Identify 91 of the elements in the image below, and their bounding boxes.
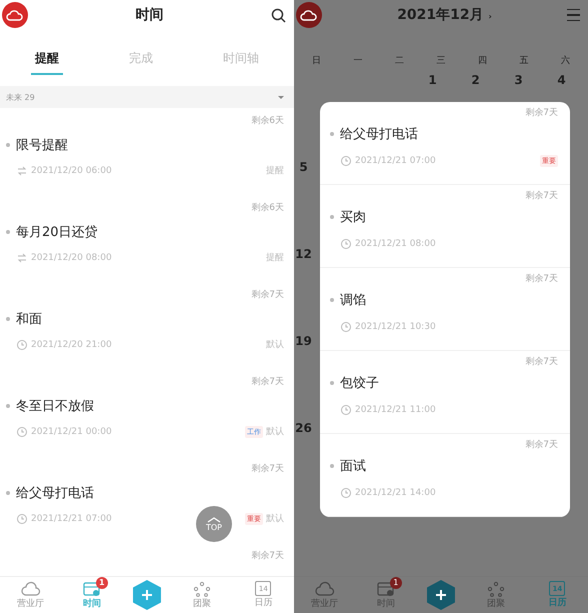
clock-icon — [16, 338, 28, 350]
calendar-clock-icon — [376, 580, 396, 596]
tab[interactable]: 提醒 — [31, 44, 63, 74]
category-label: 默认 — [266, 426, 284, 438]
clock-icon — [340, 404, 352, 416]
bullet-icon — [6, 143, 10, 147]
group-icon — [192, 580, 212, 596]
calendar-day[interactable]: 2 — [454, 73, 497, 87]
group-icon — [486, 580, 506, 596]
reminder-time: 2021/12/20 08:00 — [16, 252, 112, 264]
clock-icon — [340, 238, 352, 250]
reminder-time: 2021/12/21 07:00 — [16, 512, 112, 524]
weekday-label: 三 — [435, 55, 446, 67]
reminder-title[interactable]: 给父母打电话 — [16, 484, 94, 502]
page-title: 时间 — [136, 6, 164, 24]
remaining-days: 剩余7天 — [251, 462, 284, 475]
repeat-icon — [16, 252, 28, 264]
bullet-icon — [330, 464, 334, 468]
menu-icon[interactable] — [567, 8, 580, 22]
reminder-time: 2021/12/20 06:00 — [16, 164, 112, 176]
app-logo — [296, 2, 322, 28]
calendar-day[interactable]: 3 — [497, 73, 540, 87]
weekday-label: 六 — [560, 54, 571, 67]
reminder-title[interactable]: 买肉 — [340, 208, 366, 226]
cloud-icon — [20, 580, 41, 596]
reminder-time: 2021/12/21 14:00 — [340, 487, 436, 499]
reminder-time: 2021/12/20 21:00 — [16, 338, 112, 350]
add-button[interactable] — [426, 580, 455, 610]
remaining-days: 剩余6天 — [251, 201, 284, 214]
dropdown-caret-icon[interactable] — [278, 96, 284, 98]
calendar-clock-icon — [82, 580, 102, 596]
notification-badge: 1 — [390, 576, 402, 588]
filter-label[interactable]: 未来 29 — [6, 92, 35, 102]
calendar-day[interactable]: 1 — [411, 73, 454, 87]
bullet-icon — [330, 132, 334, 136]
reminder-time: 2021/12/21 07:00 — [340, 155, 436, 167]
remaining-days: 剩余7天 — [525, 355, 558, 368]
remaining-days: 剩余7天 — [525, 272, 558, 285]
category-label: 提醒 — [266, 164, 284, 177]
remaining-days: 剩余7天 — [525, 189, 558, 202]
weekday-label: 一 — [352, 55, 364, 67]
bullet-icon — [6, 317, 10, 321]
nav-tab[interactable]: 团聚 — [476, 580, 516, 610]
remaining-days: 剩余7天 — [525, 438, 558, 451]
weekday-label: 五 — [518, 55, 530, 67]
bullet-icon — [330, 381, 334, 385]
reminder-title[interactable]: 包饺子 — [340, 374, 379, 392]
search-icon[interactable] — [271, 8, 286, 22]
category-label: 提醒 — [266, 252, 284, 264]
cloud-icon — [314, 580, 335, 596]
reminder-title[interactable]: 每月20日还贷 — [16, 223, 98, 241]
reminder-time: 2021/12/21 10:30 — [340, 321, 436, 333]
plus-icon — [140, 589, 153, 601]
clock-icon — [16, 512, 28, 524]
reminder-title[interactable]: 调馅 — [340, 291, 366, 309]
repeat-icon — [16, 164, 28, 176]
reminder-time: 2021/12/21 08:00 — [340, 238, 436, 250]
bullet-icon — [330, 215, 334, 219]
reminder-title[interactable]: 限号提醒 — [16, 136, 68, 154]
back-to-top-button[interactable]: TOP — [196, 506, 232, 542]
clock-icon — [340, 155, 352, 167]
reminder-title[interactable]: 冬至日不放假 — [16, 397, 94, 415]
reminder-title[interactable]: 和面 — [16, 310, 42, 328]
month-title[interactable]: 2021年12月 › — [397, 6, 492, 24]
nav-tab[interactable]: 团聚 — [182, 580, 222, 610]
reminder-time: 2021/12/21 00:00 — [16, 426, 112, 438]
remaining-days: 剩余7天 — [251, 375, 284, 388]
clock-icon — [340, 487, 352, 499]
notification-badge: 1 — [96, 576, 108, 588]
plus-icon — [434, 589, 447, 601]
weekday-label: 日 — [311, 55, 322, 67]
chevron-up-icon — [207, 516, 221, 522]
remaining-days: 剩余7天 — [525, 106, 558, 119]
category-label: 默认 — [266, 512, 284, 525]
bullet-icon — [6, 491, 10, 495]
remaining-days: 剩余7天 — [251, 288, 284, 301]
bullet-icon — [6, 230, 10, 234]
reminder-title[interactable]: 给父母打电话 — [340, 125, 418, 143]
remaining-days: 剩余6天 — [251, 114, 284, 127]
category-label: 默认 — [266, 338, 284, 351]
calendar-day[interactable]: 4 — [540, 73, 583, 87]
reminder-time: 2021/12/21 11:00 — [340, 404, 436, 416]
reminder-title[interactable]: 面试 — [340, 457, 366, 475]
clock-icon — [340, 321, 352, 333]
bullet-icon — [330, 298, 334, 302]
weekday-label: 二 — [394, 55, 406, 67]
clock-icon — [16, 426, 28, 438]
bullet-icon — [6, 404, 10, 408]
nav-tab[interactable]: 营业厅 — [10, 580, 51, 610]
remaining-days: 剩余7天 — [251, 549, 284, 562]
weekday-label: 四 — [476, 55, 488, 67]
